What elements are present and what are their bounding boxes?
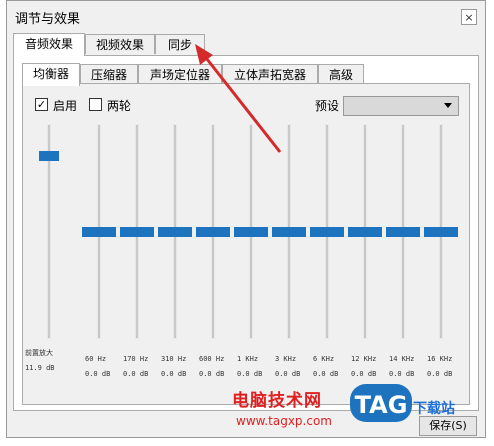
logo-text: TAG [355, 391, 408, 419]
tab-audio-effects[interactable]: 音频效果 [13, 33, 85, 56]
arrow-shaft [201, 53, 282, 153]
watermark-url: www.tagxp.com [236, 414, 332, 428]
tag-logo-icon: TAG [350, 384, 412, 422]
watermark-site-name: 电脑技术网 [232, 391, 322, 411]
tab-equalizer[interactable]: 均衡器 [22, 63, 80, 86]
watermark-download-text: 下载站 [413, 401, 455, 417]
